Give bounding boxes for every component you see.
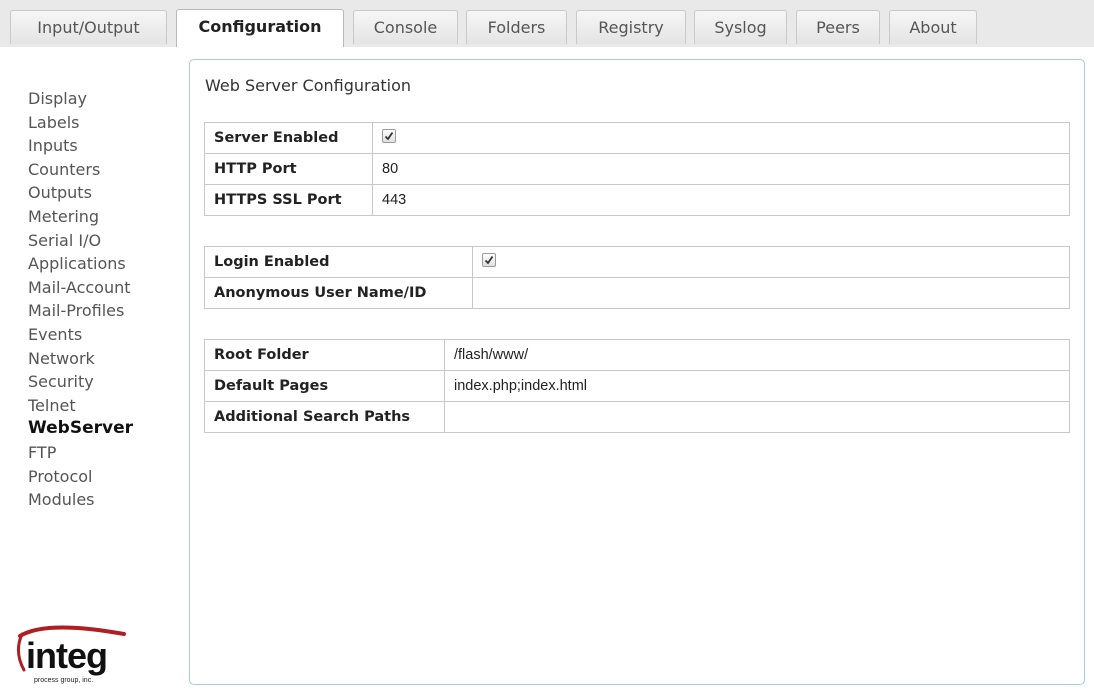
- sidebar-item-security[interactable]: Security: [28, 370, 178, 394]
- server-enabled-cell: [372, 122, 1070, 154]
- login-enabled-cell: [472, 246, 1070, 278]
- tab-syslog[interactable]: Syslog: [694, 10, 787, 44]
- anonymous-user-field[interactable]: [472, 277, 1070, 309]
- table-row: Login Enabled: [204, 246, 1070, 278]
- sidebar-item-display[interactable]: Display: [28, 87, 178, 111]
- logo-wordmark: integ: [26, 635, 107, 676]
- sidebar-item-outputs[interactable]: Outputs: [28, 181, 178, 205]
- sidebar-item-labels[interactable]: Labels: [28, 111, 178, 135]
- checkmark-icon: [384, 132, 394, 141]
- integ-logo: integ process group, inc.: [17, 625, 126, 684]
- tab-input-output[interactable]: Input/Output: [10, 10, 167, 44]
- sidebar-item-mail-account[interactable]: Mail-Account: [28, 276, 178, 300]
- tab-about[interactable]: About: [889, 10, 977, 44]
- additional-search-paths-field[interactable]: [444, 401, 1070, 433]
- sidebar-item-ftp[interactable]: FTP: [28, 441, 178, 465]
- default-pages-label: Default Pages: [204, 370, 445, 402]
- table-row: Default Pages index.php;index.html: [204, 370, 1070, 402]
- logo-tagline: process group, inc.: [34, 677, 93, 684]
- server-enabled-label: Server Enabled: [204, 122, 373, 154]
- sidebar-item-modules[interactable]: Modules: [28, 488, 178, 512]
- sidebar-item-inputs[interactable]: Inputs: [28, 134, 178, 158]
- login-enabled-label: Login Enabled: [204, 246, 473, 278]
- sidebar-item-counters[interactable]: Counters: [28, 158, 178, 182]
- sidebar-item-telnet[interactable]: Telnet: [28, 394, 178, 418]
- tab-peers[interactable]: Peers: [796, 10, 880, 44]
- additional-search-paths-label: Additional Search Paths: [204, 401, 445, 433]
- anonymous-user-label: Anonymous User Name/ID: [204, 277, 473, 309]
- sidebar-item-network[interactable]: Network: [28, 347, 178, 371]
- table-row: HTTP Port 80: [204, 153, 1070, 185]
- sidebar-item-mail-profiles[interactable]: Mail-Profiles: [28, 299, 178, 323]
- root-folder-label: Root Folder: [204, 339, 445, 371]
- table-row: Additional Search Paths: [204, 401, 1070, 433]
- table-row: Anonymous User Name/ID: [204, 277, 1070, 309]
- path-settings-table: Root Folder /flash/www/ Default Pages in…: [204, 339, 1070, 433]
- sidebar-item-applications[interactable]: Applications: [28, 252, 178, 276]
- login-settings-table: Login Enabled Anonymous User Name/ID: [204, 246, 1070, 309]
- sidebar-nav: Display Labels Inputs Counters Outputs M…: [28, 87, 178, 512]
- default-pages-field[interactable]: index.php;index.html: [444, 370, 1070, 402]
- http-port-field[interactable]: 80: [372, 153, 1070, 185]
- http-port-label: HTTP Port: [204, 153, 373, 185]
- sidebar-item-serial-io[interactable]: Serial I/O: [28, 229, 178, 253]
- tab-registry[interactable]: Registry: [576, 10, 686, 44]
- https-port-label: HTTPS SSL Port: [204, 184, 373, 216]
- https-port-field[interactable]: 443: [372, 184, 1070, 216]
- sidebar-item-events[interactable]: Events: [28, 323, 178, 347]
- sidebar-item-metering[interactable]: Metering: [28, 205, 178, 229]
- table-row: HTTPS SSL Port 443: [204, 184, 1070, 216]
- root-folder-field[interactable]: /flash/www/: [444, 339, 1070, 371]
- login-enabled-checkbox[interactable]: [482, 253, 496, 268]
- tab-bar: Input/Output Configuration Console Folde…: [0, 0, 1094, 47]
- tab-console[interactable]: Console: [353, 10, 458, 44]
- checkmark-icon: [484, 256, 494, 265]
- tab-configuration[interactable]: Configuration: [176, 9, 344, 47]
- web-server-config-panel: Web Server Configuration Server Enabled …: [189, 59, 1085, 685]
- table-row: Server Enabled: [204, 122, 1070, 154]
- server-settings-table: Server Enabled HTTP Port 80 HTTPS SSL Po…: [204, 122, 1070, 216]
- sidebar-item-protocol[interactable]: Protocol: [28, 465, 178, 489]
- table-row: Root Folder /flash/www/: [204, 339, 1070, 371]
- page-title: Web Server Configuration: [205, 76, 412, 95]
- tab-folders[interactable]: Folders: [466, 10, 567, 44]
- server-enabled-checkbox[interactable]: [382, 129, 396, 144]
- sidebar-item-webserver[interactable]: WebServer: [28, 417, 178, 441]
